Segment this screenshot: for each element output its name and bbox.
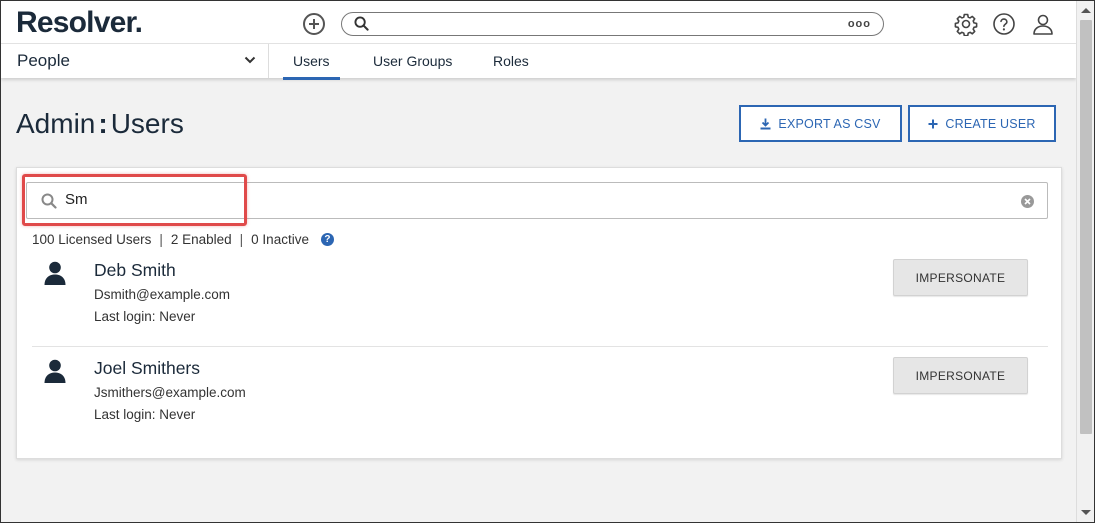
vertical-scrollbar[interactable] <box>1076 1 1094 522</box>
page-title-main: Users <box>110 108 184 139</box>
scrollbar-thumb[interactable] <box>1080 20 1092 434</box>
top-header: Resolver. ooo <box>1 1 1076 44</box>
help-icon[interactable]: ? <box>320 233 334 246</box>
search-icon <box>354 16 369 31</box>
app-selector-label: People <box>17 51 70 70</box>
create-user-label: CREATE USER <box>945 116 1036 131</box>
export-csv-button[interactable]: EXPORT AS CSV <box>739 105 902 142</box>
licensed-users-count: 100 Licensed Users <box>32 232 152 247</box>
scroll-down-arrow-icon[interactable] <box>1081 510 1091 515</box>
tab-user-groups[interactable]: User Groups <box>373 53 452 69</box>
impersonate-button[interactable]: IMPERSONATE <box>893 259 1028 296</box>
page-title: Admin: Users <box>16 108 184 140</box>
user-avatar-icon <box>44 261 66 285</box>
user-profile-icon[interactable] <box>1031 12 1055 36</box>
scroll-up-arrow-icon[interactable] <box>1081 8 1091 13</box>
plus-icon <box>928 119 938 128</box>
user-email: Jsmithers@example.com <box>94 385 246 400</box>
stats-separator: | <box>159 232 163 247</box>
clear-search-icon[interactable] <box>1021 195 1034 208</box>
user-last-login: Last login: Never <box>94 309 196 324</box>
add-icon[interactable] <box>303 13 325 35</box>
app-nav-bar: People Users User Groups Roles <box>1 44 1076 80</box>
user-last-login: Last login: Never <box>94 407 196 422</box>
page-title-separator: : <box>98 108 108 139</box>
stats-separator: | <box>239 232 244 247</box>
tab-roles[interactable]: Roles <box>493 53 529 69</box>
inactive-users-count: 0 Inactive <box>251 232 309 247</box>
user-stats: 100 Licensed Users | 2 Enabled | 0 Inact… <box>32 232 334 247</box>
app-selector[interactable]: People <box>1 44 269 78</box>
enabled-users-count: 2 Enabled <box>170 232 232 247</box>
search-highlight-box <box>22 174 247 226</box>
help-circle-icon[interactable] <box>992 12 1016 36</box>
export-csv-label: EXPORT AS CSV <box>778 116 881 131</box>
page-title-prefix: Admin <box>16 108 96 139</box>
tab-users[interactable]: Users <box>283 53 340 80</box>
search-options-button[interactable]: ooo <box>848 18 871 30</box>
global-search-input[interactable]: ooo <box>341 12 884 36</box>
user-list-item[interactable]: Joel Smithers Jsmithers@example.com Last… <box>32 347 1048 445</box>
create-user-button[interactable]: CREATE USER <box>908 105 1056 142</box>
user-email: Dsmith@example.com <box>94 287 230 302</box>
impersonate-button[interactable]: IMPERSONATE <box>893 357 1028 394</box>
user-list-item[interactable]: Deb Smith Dsmith@example.com Last login:… <box>32 249 1048 347</box>
download-icon <box>760 118 771 129</box>
chevron-down-icon <box>244 56 256 64</box>
resolver-logo[interactable]: Resolver. <box>16 6 143 40</box>
gear-icon[interactable] <box>954 12 978 36</box>
user-name[interactable]: Deb Smith <box>94 260 176 281</box>
user-avatar-icon <box>44 359 66 383</box>
user-name[interactable]: Joel Smithers <box>94 358 200 379</box>
